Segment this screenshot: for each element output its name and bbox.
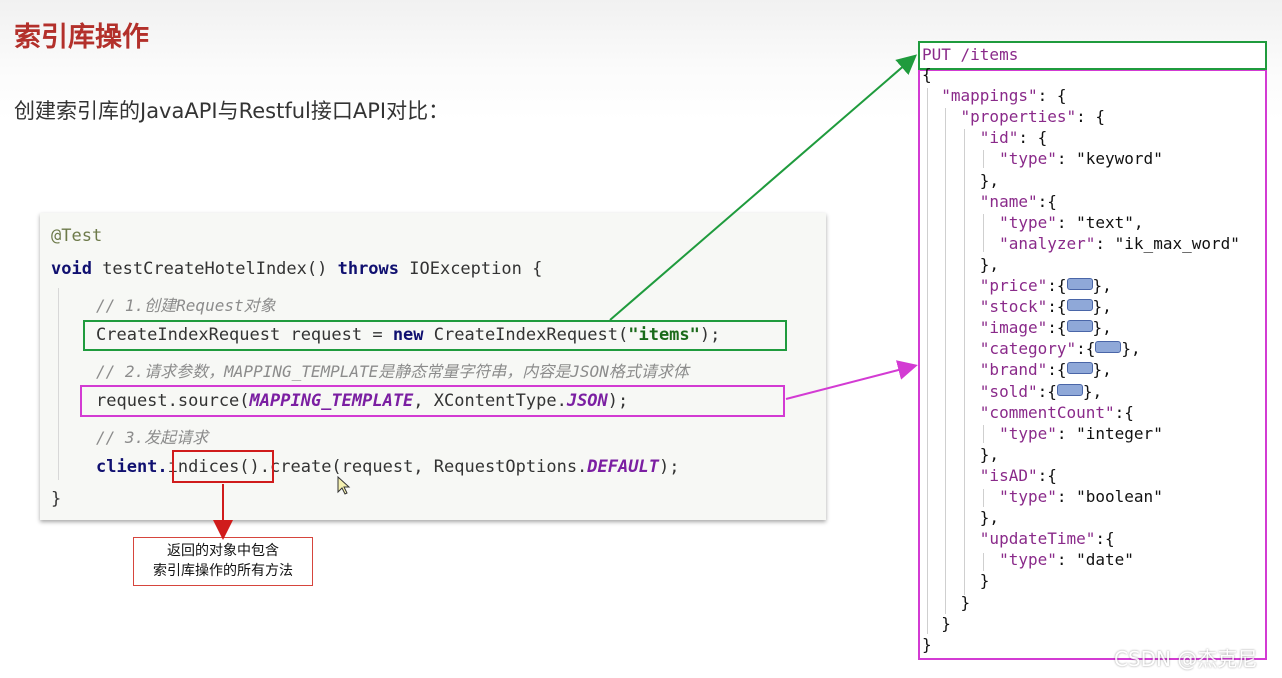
connector-arrows	[213, 54, 918, 540]
arrow-green	[609, 54, 918, 321]
arrow-pink	[785, 360, 918, 400]
cursor-icon	[337, 475, 351, 495]
